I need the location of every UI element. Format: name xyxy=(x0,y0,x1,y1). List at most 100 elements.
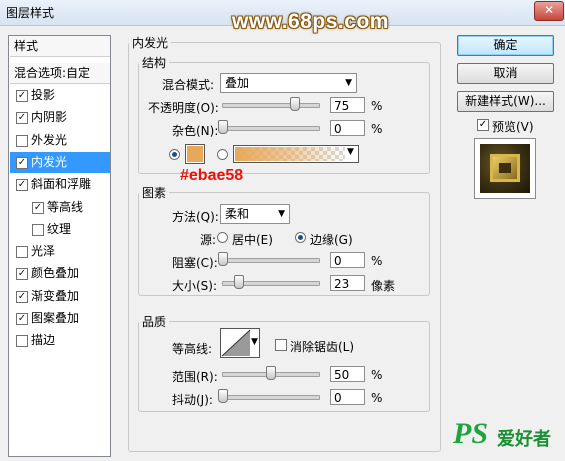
chevron-down-icon: ▼ xyxy=(345,78,352,88)
chevron-down-icon: ▼ xyxy=(347,147,354,157)
size-slider-thumb[interactable] xyxy=(234,275,244,289)
choke-label: 阻塞(C): xyxy=(172,256,218,270)
gradient-picker[interactable]: ▼ xyxy=(233,145,359,163)
style-list-header[interactable]: 样式 xyxy=(10,36,110,57)
range-slider-thumb[interactable] xyxy=(266,366,276,380)
size-input[interactable]: 23 xyxy=(330,275,365,291)
size-unit: 像素 xyxy=(371,279,396,293)
style-checkbox[interactable]: ✓ xyxy=(16,290,28,303)
source-center-label[interactable]: 居中(E) xyxy=(232,231,273,248)
opacity-label: 不透明度(O): xyxy=(148,101,219,115)
inner-glow-title: 内发光 xyxy=(132,36,169,50)
preview-checkbox[interactable]: ✓ xyxy=(477,119,489,131)
blend-options-item[interactable]: 混合选项:自定 xyxy=(10,63,110,84)
contour-picker[interactable]: ▼ xyxy=(220,328,260,358)
source-center-radio[interactable] xyxy=(217,232,228,243)
style-checkbox[interactable]: ✓ xyxy=(16,90,28,102)
preview-label[interactable]: 预览(V) xyxy=(492,118,534,135)
style-item-label: 渐变叠加 xyxy=(31,288,80,303)
elements-title: 图素 xyxy=(142,186,167,200)
watermark: www.68ps.com xyxy=(232,10,389,33)
style-checkbox[interactable]: ✓ xyxy=(32,201,44,214)
chevron-down-icon: ▼ xyxy=(278,209,285,219)
style-checkbox[interactable]: ✓ xyxy=(16,112,28,125)
noise-input[interactable]: 0 xyxy=(330,120,365,136)
noise-percent: % xyxy=(371,122,383,136)
style-item-outer-glow[interactable]: 外发光 xyxy=(10,130,110,151)
style-item-texture[interactable]: 纹理 xyxy=(10,219,110,240)
contour-label: 等高线: xyxy=(172,342,213,356)
glow-color-swatch[interactable] xyxy=(185,144,205,164)
style-item-inner-glow[interactable]: ✓ 内发光 xyxy=(10,151,110,173)
contour-curve-icon xyxy=(221,329,251,357)
antialias-checkbox[interactable] xyxy=(275,339,287,351)
style-item-label: 等高线 xyxy=(47,199,84,214)
style-checkbox[interactable]: ✓ xyxy=(16,156,28,169)
style-item-drop-shadow[interactable]: ✓ 投影 xyxy=(10,85,110,106)
source-edge-radio[interactable] xyxy=(295,232,306,243)
jitter-slider-thumb[interactable] xyxy=(218,389,228,403)
style-item-label: 投影 xyxy=(31,88,56,102)
choke-slider-track[interactable] xyxy=(222,258,320,263)
gradient-radio[interactable] xyxy=(217,149,228,160)
logo-ps: PS xyxy=(453,417,489,450)
style-preview-thumbnail xyxy=(474,138,536,199)
noise-slider-thumb[interactable] xyxy=(218,120,228,134)
technique-select[interactable]: 柔和 ▼ xyxy=(220,204,290,224)
style-item-label: 光泽 xyxy=(31,244,56,259)
style-item-label: 内阴影 xyxy=(31,110,68,125)
range-percent: % xyxy=(371,368,383,382)
range-label: 范围(R): xyxy=(172,370,218,384)
style-item-inner-shadow[interactable]: ✓ 内阴影 xyxy=(10,107,110,128)
blend-mode-label: 混合模式: xyxy=(162,78,215,92)
jitter-slider-track[interactable] xyxy=(222,395,320,400)
style-item-stroke[interactable]: 描边 xyxy=(10,330,110,351)
style-checkbox[interactable]: ✓ xyxy=(16,179,28,192)
style-checkbox[interactable] xyxy=(16,246,28,259)
style-item-label: 纹理 xyxy=(47,221,72,236)
style-item-color-overlay[interactable]: ✓ 颜色叠加 xyxy=(10,263,110,284)
preview-shape-inner xyxy=(499,163,511,173)
cancel-button[interactable]: 取消 xyxy=(457,63,554,84)
site-logo: PS 爱好者 xyxy=(453,417,561,453)
opacity-slider-thumb[interactable] xyxy=(290,97,300,111)
jitter-percent: % xyxy=(371,391,383,405)
style-checkbox[interactable]: ✓ xyxy=(16,313,28,325)
antialias-label[interactable]: 消除锯齿(L) xyxy=(290,338,354,355)
quality-title: 品质 xyxy=(142,315,167,329)
range-input[interactable]: 50 xyxy=(330,366,365,382)
style-list: 样式 混合选项:自定 ✓ 投影 ✓ 内阴影 外发光 ✓ 内发光 ✓ 斜面和浮雕 ✓ 等高线 纹理 光泽 ✓… xyxy=(8,35,111,457)
style-item-satin[interactable]: 光泽 xyxy=(10,241,110,262)
logo-text: 爱好者 xyxy=(497,429,551,450)
style-item-label: 内发光 xyxy=(31,154,68,169)
style-item-gradient-overlay[interactable]: ✓ 渐变叠加 xyxy=(10,286,110,307)
choke-input[interactable]: 0 xyxy=(330,252,365,268)
style-item-bevel-emboss[interactable]: ✓ 斜面和浮雕 xyxy=(10,174,110,195)
choke-percent: % xyxy=(371,254,383,268)
style-checkbox[interactable] xyxy=(16,335,28,348)
jitter-input[interactable]: 0 xyxy=(330,389,365,405)
source-edge-label[interactable]: 边缘(G) xyxy=(310,231,353,248)
style-item-contour[interactable]: ✓ 等高线 xyxy=(10,197,110,218)
window-title: 图层样式 xyxy=(6,6,55,20)
style-item-label: 颜色叠加 xyxy=(31,266,80,281)
close-button[interactable]: ✕ xyxy=(534,1,564,21)
style-item-label: 斜面和浮雕 xyxy=(31,177,92,192)
blend-mode-value: 叠加 xyxy=(225,76,250,90)
choke-slider-thumb[interactable] xyxy=(218,252,228,266)
style-checkbox[interactable] xyxy=(16,134,28,147)
new-style-button[interactable]: 新建样式(W)... xyxy=(457,91,554,112)
solid-color-radio[interactable] xyxy=(169,149,180,160)
opacity-input[interactable]: 75 xyxy=(330,97,365,113)
style-checkbox[interactable]: ✓ xyxy=(16,268,28,281)
noise-label: 杂色(N): xyxy=(172,124,219,138)
glow-color-fill xyxy=(187,146,203,162)
style-item-pattern-overlay[interactable]: ✓ 图案叠加 xyxy=(10,308,110,329)
style-checkbox[interactable] xyxy=(32,223,44,236)
ok-button[interactable]: 确定 xyxy=(457,35,554,56)
style-item-label: 图案叠加 xyxy=(31,311,80,325)
blend-mode-select[interactable]: 叠加 ▼ xyxy=(220,73,357,93)
opacity-percent: % xyxy=(371,99,383,113)
opacity-slider-track[interactable] xyxy=(222,103,320,108)
noise-slider-track[interactable] xyxy=(222,126,320,131)
